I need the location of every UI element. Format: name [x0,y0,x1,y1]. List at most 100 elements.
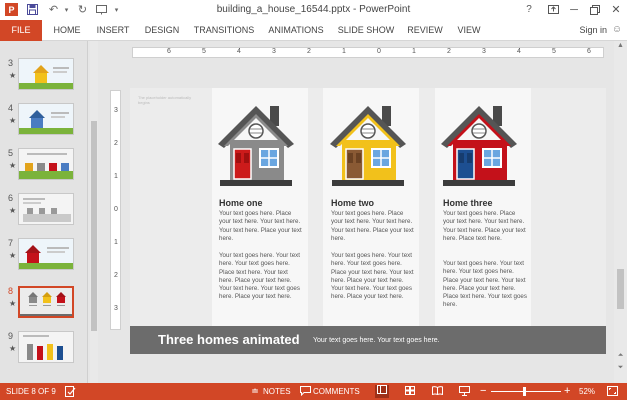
zoom-slider[interactable] [491,391,561,392]
tab-view[interactable]: VIEW [454,20,484,41]
slide-thumbnail-image [18,193,74,225]
tab-design[interactable]: DESIGN [142,20,182,41]
slide-thumbnail-image [18,58,74,90]
slide-number: 8 [8,286,14,296]
comments-button[interactable]: COMMENTS [313,383,360,400]
vertical-ruler: 3 2 1 0 1 2 3 [110,90,121,330]
slide-number: 6 [8,193,14,203]
normal-view-icon[interactable] [375,385,389,398]
slide-thumbnail-8[interactable]: 8 ★ [0,286,84,326]
yellow-house-illustration[interactable] [326,100,410,186]
animation-star-icon: ★ [9,251,17,260]
slide-sorter-view-icon[interactable] [404,386,416,397]
tab-file[interactable]: FILE [0,20,42,41]
slide-subtitle[interactable]: Your text goes here. Your text goes here… [313,337,440,344]
ribbon-tabs: FILE HOME INSERT DESIGN TRANSITIONS ANIM… [0,20,627,41]
tab-review[interactable]: REVIEW [405,20,445,41]
slide-number: 9 [8,331,14,341]
home-body-text[interactable]: Your text goes here. Your text here. You… [331,252,415,302]
slide-thumbnail-9[interactable]: 9 ★ [0,331,84,371]
next-slide-icon[interactable]: ⏷ [614,363,627,373]
ruler-number: 1 [114,173,118,180]
slide-number: 7 [8,238,14,248]
scroll-thumb[interactable] [617,269,624,309]
home-body-text[interactable]: Your text goes here. Place your text her… [219,210,303,243]
home-title[interactable]: Home one [219,198,263,208]
thumbnail-pane-scrollbar[interactable] [90,41,98,383]
tab-transitions[interactable]: TRANSITIONS [193,20,255,41]
close-button[interactable]: ✕ [609,2,623,17]
slide-scrollbar[interactable]: ▲ ⏶ ⏷ [614,41,627,383]
ruler-number: 4 [517,48,521,55]
slide-number: 3 [8,58,14,68]
slide-number: 4 [8,103,14,113]
gray-house-illustration[interactable] [214,100,298,186]
tab-insert[interactable]: INSERT [95,20,131,41]
sign-in-link[interactable]: Sign in [579,20,607,41]
placeholder-note: The placeholder automatically begins [138,95,192,105]
ruler-number: 3 [114,305,118,312]
spell-check-icon[interactable] [64,386,76,397]
notes-icon[interactable]: ≐ [249,386,261,397]
ruler-number: 2 [447,48,451,55]
scroll-thumb[interactable] [91,121,97,331]
horizontal-ruler: 6 5 4 3 2 1 0 1 2 3 4 5 6 [132,47,604,58]
help-icon[interactable]: ? [522,2,536,17]
ruler-number: 2 [114,272,118,279]
notes-button[interactable]: NOTES [263,383,291,400]
comments-icon[interactable] [299,386,311,397]
previous-slide-icon[interactable]: ⏶ [614,351,627,361]
home-body-text[interactable]: Your text goes here. Your text here. You… [443,260,527,310]
reading-view-icon[interactable] [431,386,443,397]
slide-title[interactable]: Three homes animated [158,332,300,347]
ruler-number: 1 [412,48,416,55]
slide-thumbnail-4[interactable]: 4 ★ [0,103,84,143]
slide-thumbnail-7[interactable]: 7 ★ [0,238,84,278]
slide-thumbnail-5[interactable]: 5 ★ [0,148,84,188]
animation-star-icon: ★ [9,161,17,170]
tab-home[interactable]: HOME [49,20,85,41]
ruler-number: 6 [587,48,591,55]
title-band: Three homes animated Your text goes here… [130,326,606,354]
tab-slide-show[interactable]: SLIDE SHOW [337,20,395,41]
slide-thumbnail-image [18,286,74,318]
title-bar: P ↶ ▾ ↻ ▾ building_a_house_16544.pptx - … [0,0,627,20]
feedback-smiley-icon[interactable]: ☺ [611,24,623,36]
ruler-number: 2 [307,48,311,55]
ruler-number: 3 [114,107,118,114]
animation-star-icon: ★ [9,344,17,353]
slide-canvas[interactable]: The placeholder automatically begins Hom… [130,88,606,354]
ruler-number: 1 [342,48,346,55]
ruler-number: 3 [482,48,486,55]
slide-thumbnail-image [18,238,74,270]
animation-star-icon: ★ [9,206,17,215]
red-house-illustration[interactable] [437,100,521,186]
animation-star-icon: ★ [9,71,17,80]
home-title[interactable]: Home three [443,198,493,208]
zoom-in-button[interactable]: + [564,383,570,400]
scroll-up-icon[interactable]: ▲ [614,41,627,51]
slide-thumbnail-6[interactable]: 6 ★ [0,193,84,233]
home-title[interactable]: Home two [331,198,374,208]
ruler-number: 1 [114,239,118,246]
ribbon-display-options-icon[interactable] [546,2,560,17]
ruler-number: 2 [114,140,118,147]
slide-thumbnail-pane: 3 ★ 4 ★ 5 ★ 6 ★ 7 ★ 8 ★ 9 ★ [0,41,88,383]
home-body-text[interactable]: Your text goes here. Place your text her… [443,210,527,243]
slide-position: SLIDE 8 OF 9 [6,387,56,396]
ruler-number: 5 [202,48,206,55]
zoom-slider-handle[interactable] [523,387,526,396]
slide-show-view-icon[interactable] [458,386,470,397]
slide-thumbnail-3[interactable]: 3 ★ [0,58,84,98]
home-body-text[interactable]: Your text goes here. Your text here. You… [219,252,303,302]
restore-button[interactable] [588,2,602,17]
zoom-level[interactable]: 52% [579,383,595,400]
fit-slide-to-window-icon[interactable] [606,386,618,397]
tab-animations[interactable]: ANIMATIONS [265,20,327,41]
slide-thumbnail-image [18,103,74,135]
zoom-out-button[interactable]: − [480,383,486,400]
home-body-text[interactable]: Your text goes here. Place your text her… [331,210,415,243]
ruler-number: 6 [167,48,171,55]
minimize-button[interactable]: ─ [567,2,581,17]
ruler-number: 0 [114,206,118,213]
